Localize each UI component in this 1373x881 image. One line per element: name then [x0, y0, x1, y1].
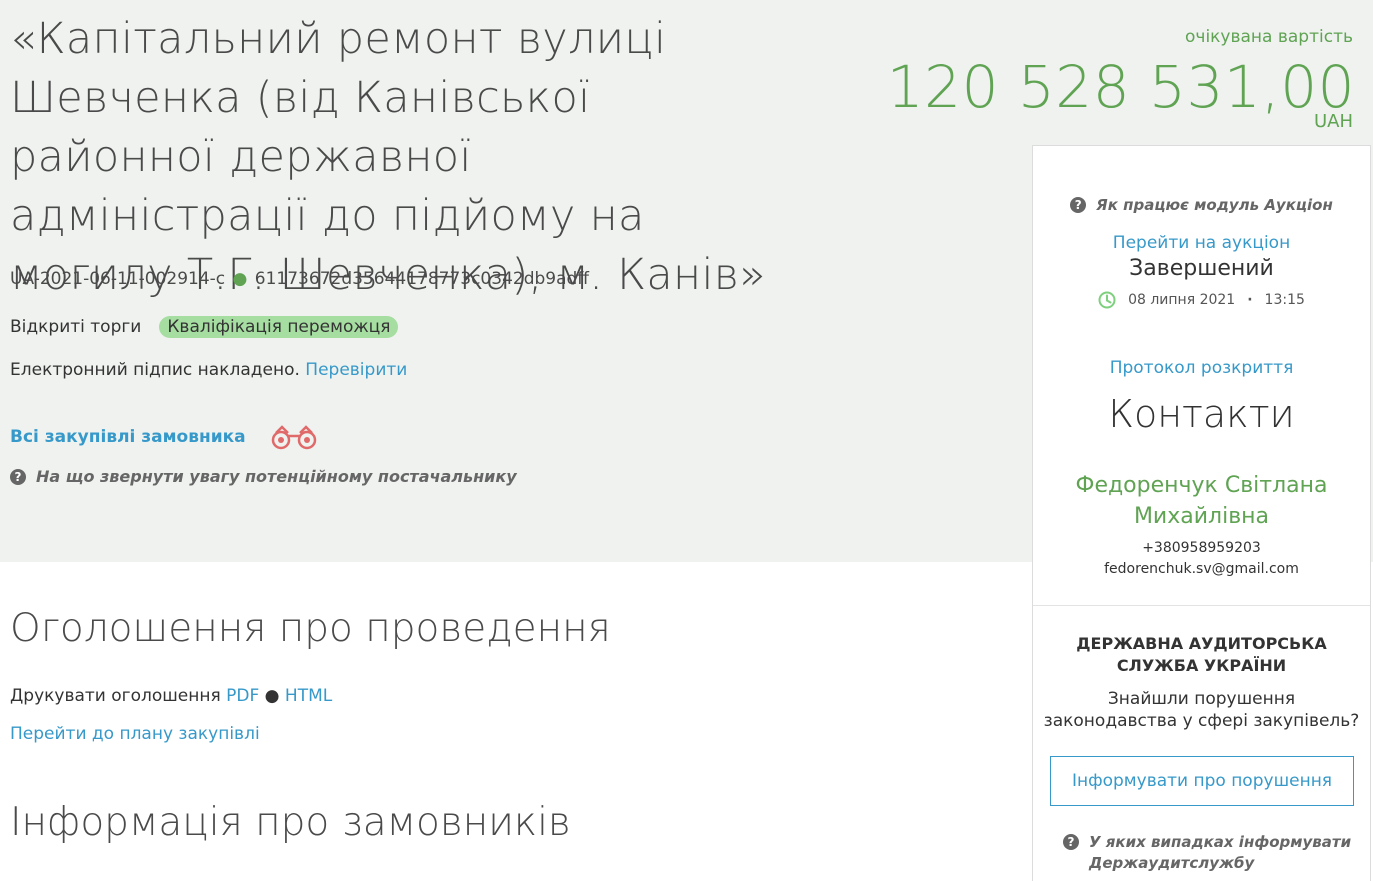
binoculars-icon[interactable] — [268, 423, 320, 451]
procedure-type: Відкриті торги — [10, 317, 142, 337]
auction-time: 13:15 — [1264, 292, 1305, 308]
audit-question: Знайшли порушення законодавства у сфері … — [1043, 689, 1360, 731]
print-label: Друкувати оголошення — [10, 686, 221, 706]
customers-title: Інформація про замовників — [10, 800, 571, 845]
contact-phone: +380958959203 — [1142, 540, 1261, 556]
audit-help-text: У яких випадках інформувати Держаудитслу… — [1089, 833, 1352, 872]
all-purchases-row: Всі закупівлі замовника — [10, 423, 320, 451]
separator-dot: ● — [264, 686, 280, 706]
expected-value-amount: 120 528 531,00 — [886, 53, 1355, 121]
side-panel: ? Як працює модуль Аукціон Перейти на ау… — [1032, 145, 1371, 881]
protocol-link[interactable]: Протокол розкриття — [1033, 358, 1370, 378]
audit-service-title: ДЕРЖАВНА АУДИТОРСЬКА СЛУЖБА УКРАЇНИ — [1076, 634, 1327, 675]
question-circle-icon: ? — [10, 468, 26, 485]
clock-icon — [1098, 291, 1116, 309]
print-announcement-row: Друкувати оголошення PDF ● HTML — [10, 686, 332, 706]
auction-status: Завершений — [1129, 256, 1274, 281]
go-to-auction-link[interactable]: Перейти на аукціон — [1033, 233, 1370, 253]
divider — [1033, 605, 1370, 606]
separator-dot: ● — [232, 269, 248, 289]
procurement-plan-link[interactable]: Перейти до плану закупівлі — [10, 724, 260, 744]
expected-value-label: очікувана вартість — [1185, 27, 1353, 47]
tender-hash: 61173672d35644178773c0342db9adff — [254, 269, 590, 289]
tender-identifier: UA-2021-06-11-002914-c ● 61173672d356441… — [10, 269, 589, 289]
question-circle-icon: ? — [1063, 834, 1079, 850]
report-violation-button[interactable]: Інформувати про порушення — [1050, 756, 1354, 806]
auction-datetime: 08 липня 2021 · 13:15 — [1033, 291, 1370, 309]
contact-email: fedorenchuk.sv@gmail.com — [1104, 561, 1299, 577]
signature-text: Електронний підпис накладено. — [10, 360, 300, 380]
separator-dot: · — [1247, 292, 1253, 308]
tender-id: UA-2021-06-11-002914-c — [10, 269, 226, 289]
procedure-row: Відкриті торги Кваліфікація переможця — [10, 316, 399, 338]
attention-link[interactable]: ? На що звернути увагу потенційному пост… — [10, 467, 517, 486]
all-purchases-link[interactable]: Всі закупівлі замовника — [10, 427, 246, 447]
auction-help-link[interactable]: ? Як працює модуль Аукціон — [1033, 196, 1370, 214]
signature-check-link[interactable]: Перевірити — [305, 360, 407, 380]
announcement-title: Оголошення про проведення — [10, 606, 611, 651]
print-html-link[interactable]: HTML — [285, 686, 332, 706]
status-badge: Кваліфікація переможця — [159, 316, 399, 338]
auction-date: 08 липня 2021 — [1128, 292, 1236, 308]
print-pdf-link[interactable]: PDF — [226, 686, 259, 706]
tender-title: «Капітальний ремонт вулиці Шевченка (від… — [10, 14, 766, 300]
audit-help-link[interactable]: ? У яких випадках інформувати Держаудитс… — [1063, 832, 1353, 874]
attention-text: На що звернути увагу потенційному постач… — [36, 467, 517, 486]
auction-help-text: Як працює модуль Аукціон — [1096, 196, 1333, 214]
question-circle-icon: ? — [1070, 197, 1087, 213]
contact-name: Федоренчук Світлана Михайлівна — [1075, 473, 1328, 529]
signature-row: Електронний підпис накладено. Перевірити — [10, 360, 407, 380]
currency: UAH — [1313, 111, 1353, 132]
contacts-title: Контакти — [1108, 392, 1295, 436]
